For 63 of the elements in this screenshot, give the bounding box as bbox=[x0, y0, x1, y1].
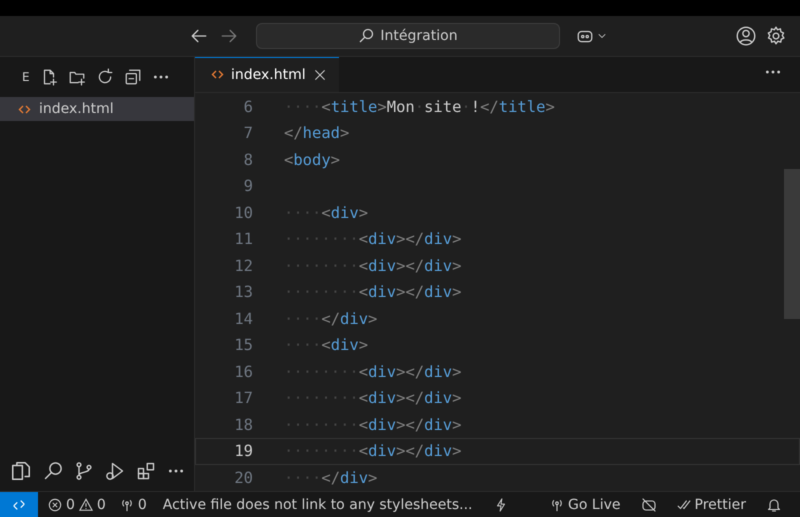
code-icon bbox=[211, 69, 224, 80]
line-number: 19 bbox=[233, 442, 253, 460]
bell-icon[interactable] bbox=[766, 496, 782, 512]
status-message[interactable]: Active file does not link to any stylesheets... bbox=[162, 496, 472, 512]
explorer-title: E bbox=[22, 70, 30, 84]
refresh-icon[interactable] bbox=[96, 68, 114, 86]
file-item[interactable]: index.html bbox=[0, 97, 194, 121]
prettier-button[interactable]: Prettier bbox=[676, 496, 746, 512]
copilot-off-icon[interactable] bbox=[640, 496, 656, 512]
account-icon[interactable] bbox=[736, 26, 756, 46]
remote-button[interactable] bbox=[0, 492, 38, 517]
warning-icon bbox=[78, 498, 93, 512]
search-icon bbox=[358, 28, 374, 44]
broadcast-icon bbox=[120, 498, 134, 512]
broadcast-icon bbox=[550, 498, 564, 512]
code-line: ····</div> bbox=[284, 468, 378, 487]
code-icon bbox=[18, 104, 31, 114]
line-number: 13 bbox=[233, 283, 253, 302]
collapse-all-icon[interactable] bbox=[124, 68, 142, 86]
ports-button[interactable]: 0 bbox=[120, 496, 147, 512]
code-line: ····<div> bbox=[284, 336, 368, 354]
extensions-icon[interactable] bbox=[136, 461, 156, 481]
code-line: ····<div> bbox=[284, 204, 368, 222]
code-line: ····<title>Mon·site·!</title> bbox=[284, 98, 555, 116]
line-number: 11 bbox=[233, 230, 253, 248]
code-line: ········<div></div> bbox=[284, 283, 462, 302]
settings-icon[interactable] bbox=[766, 26, 786, 46]
source-control-icon[interactable] bbox=[74, 461, 94, 481]
line-number: 6 bbox=[242, 98, 253, 116]
code-line: </head> bbox=[284, 124, 350, 142]
command-search-field[interactable]: Intégration bbox=[256, 23, 560, 49]
line-number: 20 bbox=[233, 468, 253, 487]
line-number: 7 bbox=[242, 124, 253, 142]
code-line: ········<div></div> bbox=[284, 442, 462, 460]
line-number: 16 bbox=[233, 362, 253, 381]
code-line: ········<div></div> bbox=[284, 389, 462, 408]
scrollbar-thumb[interactable] bbox=[784, 169, 800, 319]
double-check-icon bbox=[676, 498, 690, 512]
code-line: ········<div></div> bbox=[284, 230, 462, 248]
line-number: 8 bbox=[242, 150, 253, 169]
problems-button[interactable]: 0 0 bbox=[48, 496, 106, 512]
editor-tab[interactable]: index.html bbox=[195, 57, 339, 92]
close-icon[interactable] bbox=[312, 68, 327, 82]
line-number: 17 bbox=[233, 389, 253, 408]
go-live-button[interactable]: Go Live bbox=[550, 496, 620, 512]
line-number: 14 bbox=[233, 310, 253, 328]
error-icon bbox=[48, 498, 62, 512]
line-number: 10 bbox=[233, 204, 253, 222]
forward-arrow-icon[interactable] bbox=[220, 27, 238, 45]
line-number: 12 bbox=[233, 256, 253, 275]
code-line: ········<div></div> bbox=[284, 416, 462, 434]
code-line: ····</div> bbox=[284, 310, 378, 328]
line-number: 9 bbox=[242, 177, 253, 196]
code-line: <body> bbox=[284, 150, 340, 169]
search-icon[interactable] bbox=[43, 461, 63, 481]
remote-icon bbox=[12, 498, 26, 512]
code-line: ········<div></div> bbox=[284, 362, 462, 381]
code-line: ········<div></div> bbox=[284, 256, 462, 275]
line-number: 18 bbox=[233, 416, 253, 434]
run-debug-icon[interactable] bbox=[105, 461, 125, 481]
back-arrow-icon[interactable] bbox=[190, 27, 208, 45]
explorer-icon[interactable] bbox=[10, 460, 32, 482]
line-number: 15 bbox=[233, 336, 253, 354]
